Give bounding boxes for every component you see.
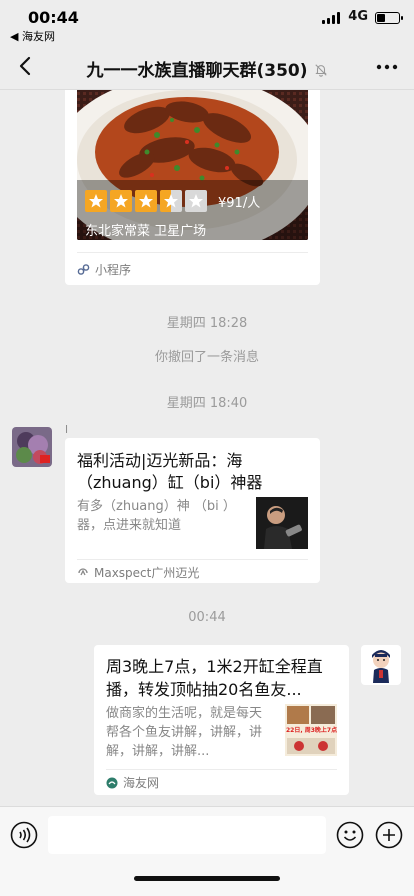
link-description: 有多（zhuang）神 （bi ）器，点进来就知道 (77, 499, 236, 533)
haiyou-logo-icon (106, 777, 118, 788)
group-name: 九一一水族直播聊天群(350) (86, 61, 308, 81)
source-name: Maxspect广州迈光 (94, 566, 200, 580)
timestamp: 星期四 18:40 (166, 396, 248, 411)
source-name: 海友网 (123, 776, 160, 790)
home-indicator (134, 876, 280, 881)
voice-icon[interactable] (10, 821, 38, 849)
link-description: 做商家的生活呢，就是每天帮各个鱼友讲解，讲解，讲解，讲解，讲解... (106, 706, 263, 759)
restaurant-label: 东北家常菜 卫星广场 (85, 224, 207, 239)
timestamp: 00:44 (188, 610, 226, 625)
source-icon (78, 567, 88, 575)
plus-icon[interactable] (375, 821, 403, 849)
link-thumbnail (256, 497, 308, 549)
link-title: 周3晚上7点，1米2开缸全程直播，转发顶帖抽20名鱼友... (106, 657, 323, 699)
bell-off-icon (314, 64, 327, 77)
sender-name: l (65, 423, 69, 436)
link-source: Maxspect广州迈光 (77, 559, 308, 581)
star-icon (135, 190, 157, 212)
timestamp: 星期四 18:28 (166, 316, 248, 331)
star-icon (160, 190, 182, 212)
message-input[interactable] (48, 816, 326, 854)
network-type: 4G (348, 9, 368, 24)
recall-notice: 你撤回了一条消息 (154, 350, 259, 365)
status-bar: 00:44 ◀ 海友网 4G (0, 0, 414, 44)
chat-title: 九一一水族直播聊天群(350) (60, 56, 354, 81)
star-icon (85, 190, 107, 212)
link-title: 福利活动|迈光新品：海（zhuang）缸（bi）神器 (77, 451, 263, 492)
link-thumbnail: 22日, 周3晚上7点 (285, 704, 337, 756)
emoji-icon[interactable] (336, 821, 364, 849)
more-dots-icon[interactable] (374, 57, 400, 77)
battery-icon (375, 12, 403, 24)
mini-program-card[interactable]: ¥91/人 东北家常菜 卫星广场 小程序 (65, 90, 320, 285)
avatar[interactable] (12, 427, 52, 467)
link-card[interactable]: 周3晚上7点，1米2开缸全程直播，转发顶帖抽20名鱼友... 做商家的生活呢，就… (94, 645, 349, 795)
chat-header: 九一一水族直播聊天群(350) (0, 44, 414, 90)
link-source: 海友网 (106, 769, 337, 791)
mini-program-footer: 小程序 (77, 252, 308, 278)
chevron-left-icon[interactable] (14, 54, 38, 78)
price-per-person: ¥91/人 (218, 195, 261, 211)
food-image: ¥91/人 东北家常菜 卫星广场 (77, 90, 308, 240)
signal-icon (322, 12, 340, 24)
mini-program-label: 小程序 (95, 263, 132, 277)
rating-stars: ¥91/人 (85, 190, 260, 212)
back-to-app-link[interactable]: ◀ 海友网 (10, 28, 55, 44)
thumbnail-caption: 22日, 周3晚上7点 (286, 727, 337, 734)
mini-program-icon (77, 264, 90, 275)
link-card[interactable]: 福利活动|迈光新品：海（zhuang）缸（bi）神器 有多（zhuang）神 （… (65, 438, 320, 583)
message-list[interactable]: ¥91/人 东北家常菜 卫星广场 小程序 星期四 18:28 你撤回了一条消息 … (0, 90, 414, 806)
avatar[interactable] (361, 645, 401, 685)
star-icon (110, 190, 132, 212)
status-time: 00:44 (28, 8, 79, 27)
star-icon (185, 190, 207, 212)
input-bar (0, 806, 414, 896)
